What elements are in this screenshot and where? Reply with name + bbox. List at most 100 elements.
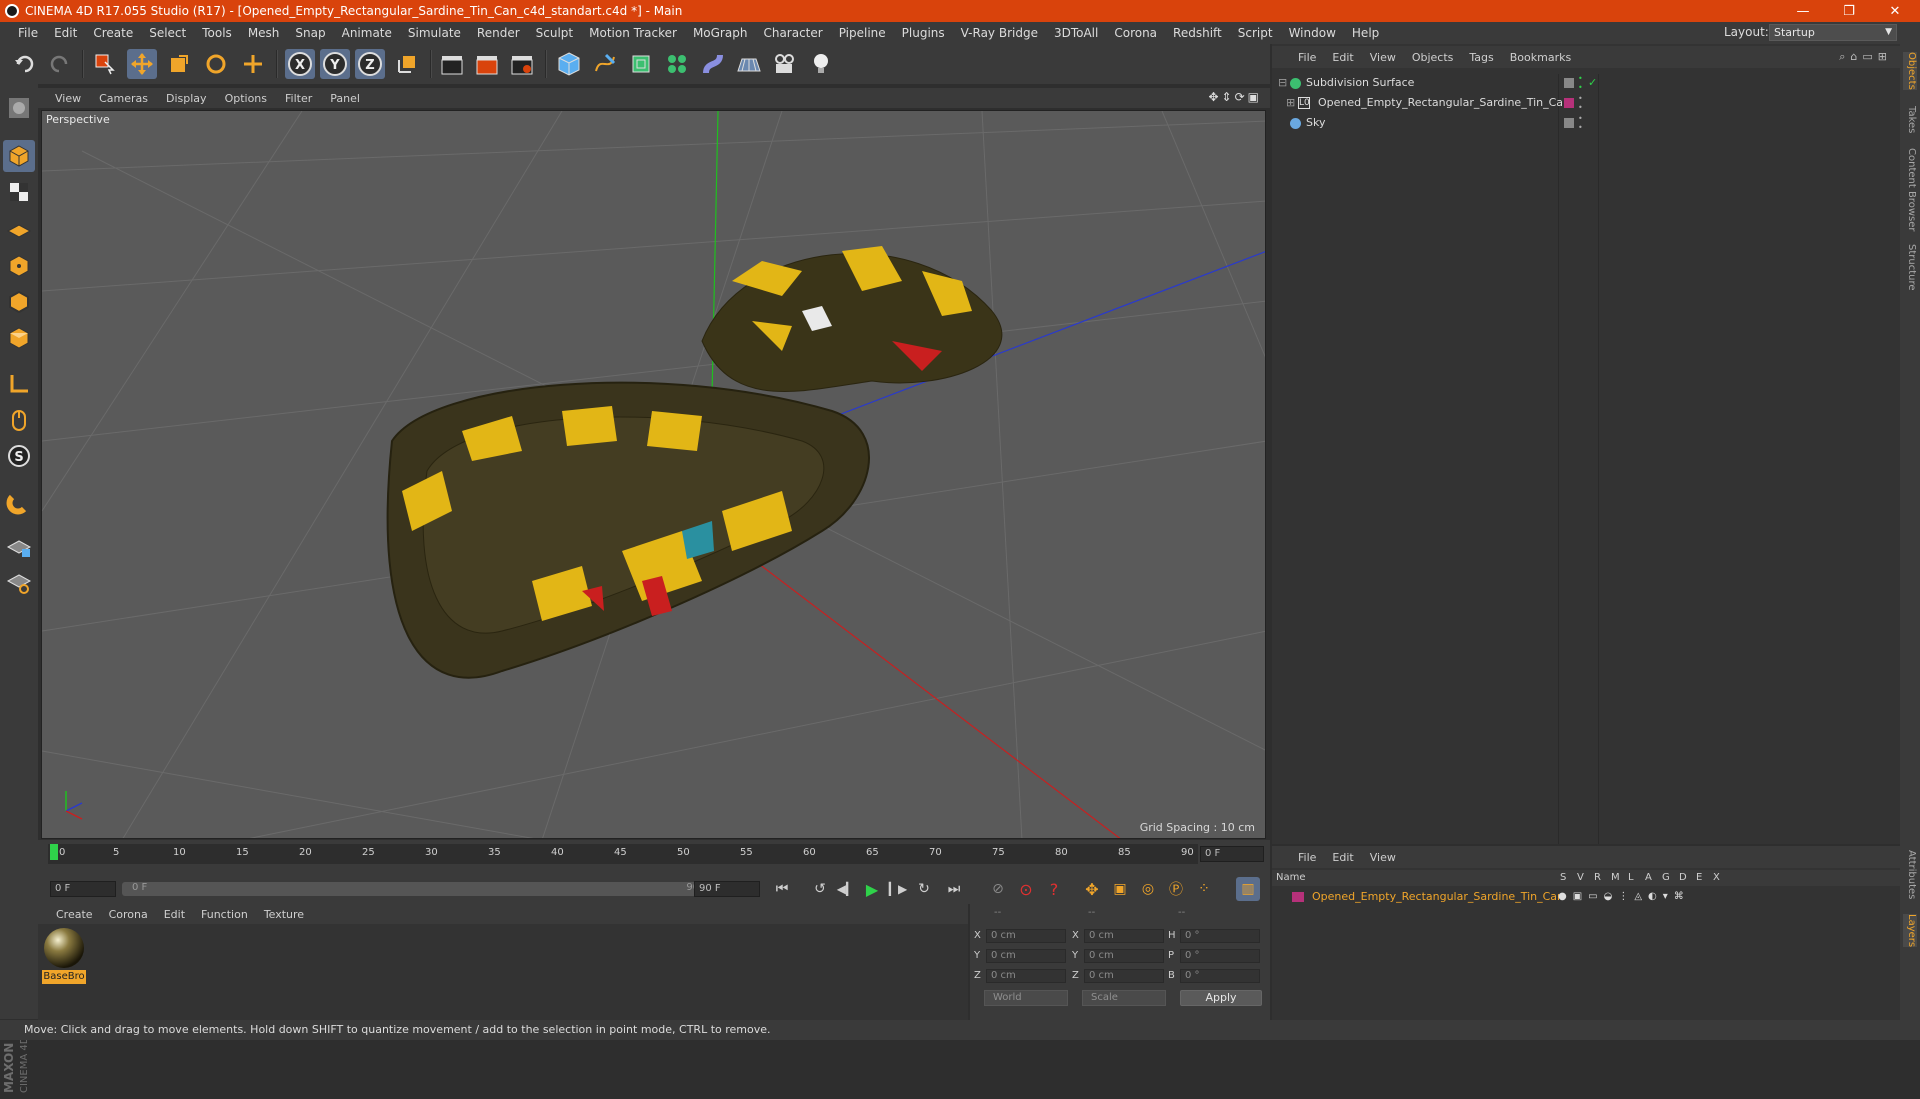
key-parameter-button[interactable]: Ⓟ xyxy=(1164,877,1188,901)
objects-menu-bookmarks[interactable]: Bookmarks xyxy=(1502,51,1579,64)
snap-button[interactable] xyxy=(3,486,35,518)
viewport-menu-display[interactable]: Display xyxy=(157,92,216,105)
next-frame-button[interactable]: ▎▶ xyxy=(886,877,910,901)
menu-create[interactable]: Create xyxy=(85,26,141,40)
menu-animate[interactable]: Animate xyxy=(334,26,400,40)
layers-menu-view[interactable]: View xyxy=(1362,851,1404,864)
viewport-menu-cameras[interactable]: Cameras xyxy=(90,92,157,105)
range-slider[interactable]: 0 F 90 F xyxy=(122,882,718,896)
tab-structure[interactable]: Structure xyxy=(1903,244,1917,291)
texture-mode-button[interactable] xyxy=(3,176,35,208)
position-x-field[interactable]: 0 cm xyxy=(986,929,1066,943)
add-deformer-button[interactable] xyxy=(698,49,728,79)
material-tag-icon[interactable] xyxy=(1564,98,1574,108)
edit-render-settings-button[interactable] xyxy=(507,49,537,79)
key-pla-button[interactable]: ⁘ xyxy=(1192,877,1216,901)
coordinate-space-select[interactable]: World xyxy=(984,990,1068,1006)
workplane-mode-button[interactable] xyxy=(3,212,35,244)
menu-mesh[interactable]: Mesh xyxy=(240,26,288,40)
position-z-field[interactable]: 0 cm xyxy=(986,969,1066,983)
visibility-dots-icon[interactable]: • • xyxy=(1578,94,1583,112)
position-y-field[interactable]: 0 cm xyxy=(986,949,1066,963)
viewport-menu-panel[interactable]: Panel xyxy=(321,92,369,105)
key-scale-button[interactable]: ▣ xyxy=(1108,877,1132,901)
apply-button[interactable]: Apply xyxy=(1180,990,1262,1006)
previous-keyframe-button[interactable]: ↺ xyxy=(808,877,832,901)
visibility-dots-icon[interactable]: • • xyxy=(1578,74,1583,92)
size-z-field[interactable]: 0 cm xyxy=(1084,969,1164,983)
tab-attributes[interactable]: Attributes xyxy=(1903,850,1917,899)
object-manager-tools-icons[interactable]: ⌕⌂▭⊞ xyxy=(1839,50,1892,64)
add-camera-button[interactable] xyxy=(770,49,800,79)
menu-3dtoall[interactable]: 3DToAll xyxy=(1046,26,1106,40)
record-active-button[interactable]: ⊙ xyxy=(1014,877,1038,901)
z-axis-lock-button[interactable]: Z xyxy=(355,49,385,79)
add-light-button[interactable] xyxy=(806,49,836,79)
collapse-toggle-icon[interactable]: ⊟ xyxy=(1278,74,1287,92)
edges-mode-button[interactable] xyxy=(3,286,35,318)
menu-script[interactable]: Script xyxy=(1230,26,1281,40)
minimize-icon[interactable]: — xyxy=(1780,0,1826,22)
go-to-end-button[interactable]: ⏭ xyxy=(942,877,966,901)
menu-select[interactable]: Select xyxy=(141,26,194,40)
add-mograph-button[interactable] xyxy=(662,49,692,79)
workplane-lock-button[interactable] xyxy=(3,530,35,562)
layers-menu-edit[interactable]: Edit xyxy=(1324,851,1361,864)
menu-sculpt[interactable]: Sculpt xyxy=(528,26,581,40)
move-tool-button[interactable] xyxy=(127,49,157,79)
rotation-b-field[interactable]: 0 ° xyxy=(1180,969,1260,983)
visibility-dots-icon[interactable]: • • xyxy=(1578,114,1583,132)
menu-vray-bridge[interactable]: V-Ray Bridge xyxy=(953,26,1046,40)
rotate-tool-button[interactable] xyxy=(201,49,231,79)
current-frame-field[interactable]: 0 F xyxy=(1200,846,1264,862)
objects-menu-file[interactable]: File xyxy=(1290,51,1324,64)
size-y-field[interactable]: 0 cm xyxy=(1084,949,1164,963)
restore-icon[interactable]: ❐ xyxy=(1826,0,1872,22)
viewport-menu-options[interactable]: Options xyxy=(216,92,276,105)
object-row-subdivision[interactable]: ⊟ Subdivision Surface • • ✓ xyxy=(1272,74,1892,92)
timeline-ruler[interactable]: 0 5 10 15 20 25 30 35 40 45 50 55 60 65 … xyxy=(38,840,1270,874)
tab-layers[interactable]: Layers xyxy=(1903,914,1917,948)
menu-render[interactable]: Render xyxy=(469,26,528,40)
autokey-button[interactable]: ? xyxy=(1042,877,1066,901)
expand-toggle-icon[interactable]: ⊞ xyxy=(1286,94,1295,112)
layer-row[interactable]: Opened_Empty_Rectangular_Sardine_Tin_Can… xyxy=(1272,888,1900,906)
add-spline-button[interactable] xyxy=(590,49,620,79)
coordinate-system-button[interactable] xyxy=(392,49,422,79)
menu-simulate[interactable]: Simulate xyxy=(400,26,469,40)
size-mode-select[interactable]: Scale xyxy=(1082,990,1166,1006)
timeline-window-button[interactable]: ▥ xyxy=(1236,877,1260,901)
motion-path-button[interactable]: ⊘ xyxy=(986,877,1010,901)
tweak-mode-button[interactable] xyxy=(3,404,35,436)
layer-flags-icons[interactable]: ●▣▭◒⋮◬◐▾⌘ xyxy=(1558,888,1690,906)
menu-window[interactable]: Window xyxy=(1281,26,1344,40)
make-editable-button[interactable] xyxy=(3,92,35,124)
layout-select[interactable]: Startup ▼ xyxy=(1769,24,1897,41)
rotation-h-field[interactable]: 0 ° xyxy=(1180,929,1260,943)
previous-frame-button[interactable]: ◀▎ xyxy=(834,877,858,901)
redo-button[interactable] xyxy=(44,49,74,79)
tab-objects[interactable]: Objects xyxy=(1903,52,1917,90)
add-cube-button[interactable] xyxy=(554,49,584,79)
points-mode-button[interactable] xyxy=(3,250,35,282)
material-item[interactable]: BaseBro xyxy=(42,926,86,984)
menu-file[interactable]: File xyxy=(10,26,46,40)
model-mode-button[interactable] xyxy=(3,140,35,172)
material-menu-edit[interactable]: Edit xyxy=(156,908,193,921)
start-frame-field[interactable]: 0 F xyxy=(50,881,116,897)
material-menu-create[interactable]: Create xyxy=(48,908,101,921)
enabled-check-icon[interactable]: ✓ xyxy=(1588,74,1597,92)
menu-help[interactable]: Help xyxy=(1344,26,1387,40)
layer-color-swatch[interactable] xyxy=(1292,892,1304,902)
tab-takes[interactable]: Takes xyxy=(1903,106,1917,133)
viewport-menu-filter[interactable]: Filter xyxy=(276,92,321,105)
perspective-viewport[interactable]: Perspective Grid Spacing : 10 cm xyxy=(41,110,1266,839)
close-icon[interactable]: ✕ xyxy=(1872,0,1918,22)
material-menu-function[interactable]: Function xyxy=(193,908,256,921)
viewport-menu-view[interactable]: View xyxy=(46,92,90,105)
menu-motion-tracker[interactable]: Motion Tracker xyxy=(581,26,685,40)
scale-tool-button[interactable] xyxy=(164,49,194,79)
render-view-button[interactable] xyxy=(437,49,467,79)
menu-tools[interactable]: Tools xyxy=(194,26,240,40)
solo-mode-button[interactable]: S xyxy=(3,440,35,472)
